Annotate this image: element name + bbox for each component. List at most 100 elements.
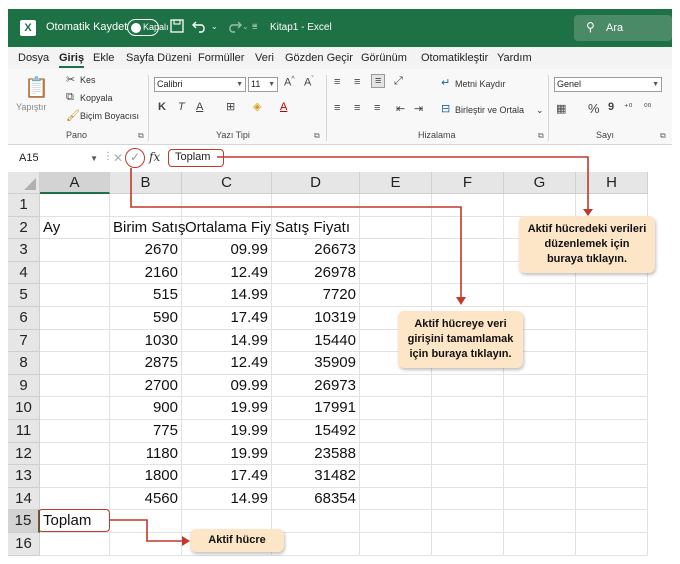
cell-a16[interactable]	[40, 533, 110, 556]
cell-d5[interactable]: 7720	[272, 284, 360, 307]
cell-d4[interactable]: 26978	[272, 261, 360, 285]
cell-h9[interactable]	[576, 374, 648, 398]
align-bottom-icon[interactable]: ≡	[371, 74, 386, 88]
cell-d1[interactable]	[272, 194, 360, 217]
cell-c5[interactable]: 14.99	[182, 284, 272, 307]
cell-a8[interactable]	[40, 352, 110, 375]
cancel-entry-icon[interactable]: ✕	[113, 151, 123, 165]
format-painter-icon[interactable]: 🖌	[66, 109, 80, 122]
cell-e2[interactable]	[360, 216, 432, 240]
insert-function-button[interactable]: fx	[149, 150, 160, 164]
cell-f13[interactable]	[432, 465, 504, 488]
tab-formuller[interactable]: Formüller	[198, 52, 244, 64]
autosave-toggle[interactable]: Kapalı	[127, 19, 169, 36]
cell-b15[interactable]	[110, 510, 182, 533]
chevron-down-icon[interactable]: ⌄	[536, 105, 544, 116]
cell-a7[interactable]	[40, 329, 110, 353]
cell-e5[interactable]	[360, 284, 432, 307]
cell-d9[interactable]: 26973	[272, 374, 360, 398]
paste-label[interactable]: Yapıştır	[16, 102, 46, 112]
cell-b9[interactable]: 2700	[110, 374, 182, 398]
cell-b8[interactable]: 2875	[110, 352, 182, 375]
redo-dropdown-icon[interactable]: ⌄	[242, 22, 249, 31]
cell-d11[interactable]: 15492	[272, 420, 360, 443]
tab-sayfa-duzeni[interactable]: Sayfa Düzeni	[126, 52, 191, 64]
cell-g13[interactable]	[504, 465, 576, 488]
row-header-11[interactable]: 11	[8, 420, 40, 443]
cell-b1[interactable]	[110, 194, 182, 217]
cell-h5[interactable]	[576, 284, 648, 307]
cell-b3[interactable]: 2670	[110, 239, 182, 262]
cell-h14[interactable]	[576, 487, 648, 511]
cell-f16[interactable]	[432, 533, 504, 556]
align-center-icon[interactable]: ≡	[354, 102, 360, 114]
cell-d6[interactable]: 10319	[272, 307, 360, 330]
cell-g5[interactable]	[504, 284, 576, 307]
cell-a2[interactable]: Ay	[40, 216, 110, 240]
align-middle-icon[interactable]: ≡	[354, 76, 360, 88]
undo-dropdown-icon[interactable]: ⌄	[211, 22, 218, 31]
row-header-9[interactable]: 9	[8, 374, 40, 398]
cell-a12[interactable]	[40, 442, 110, 466]
cell-b4[interactable]: 2160	[110, 261, 182, 285]
cell-h12[interactable]	[576, 442, 648, 466]
column-header-c[interactable]: C	[182, 172, 272, 194]
number-format-dropdown[interactable]: Genel ▼	[554, 77, 662, 92]
tab-gozden-gecir[interactable]: Gözden Geçir	[285, 52, 353, 64]
cell-a1[interactable]	[40, 194, 110, 217]
cell-c8[interactable]: 12.49	[182, 352, 272, 375]
decrease-decimal-icon[interactable]: ⁰⁰	[644, 102, 651, 113]
column-header-d[interactable]: D	[272, 172, 360, 194]
increase-decimal-icon[interactable]: ⁺⁰	[624, 102, 632, 113]
cell-g9[interactable]	[504, 374, 576, 398]
cell-f3[interactable]	[432, 239, 504, 262]
merge-center-icon[interactable]: ⊟	[441, 102, 450, 115]
cell-e14[interactable]	[360, 487, 432, 511]
redo-icon[interactable]	[224, 19, 242, 36]
cell-b11[interactable]: 775	[110, 420, 182, 443]
wrap-text-icon[interactable]: ↵	[441, 76, 450, 89]
cell-c7[interactable]: 14.99	[182, 329, 272, 353]
row-header-10[interactable]: 10	[8, 397, 40, 420]
borders-icon[interactable]: ⊞	[226, 100, 235, 113]
tab-otomatiklestir[interactable]: Otomatikleştir	[421, 52, 488, 64]
formula-input[interactable]: Toplam	[168, 149, 224, 167]
cell-d15[interactable]	[272, 510, 360, 533]
font-launcher-icon[interactable]: ⧉	[314, 131, 320, 141]
cell-h1[interactable]	[576, 194, 648, 217]
cell-c6[interactable]: 17.49	[182, 307, 272, 330]
cell-e9[interactable]	[360, 374, 432, 398]
cell-a10[interactable]	[40, 397, 110, 420]
tab-veri[interactable]: Veri	[255, 52, 274, 64]
percent-button[interactable]: %	[588, 101, 600, 116]
cell-e10[interactable]	[360, 397, 432, 420]
cell-b12[interactable]: 1180	[110, 442, 182, 466]
font-size-dropdown[interactable]: 11 ▼	[248, 77, 278, 92]
row-header-14[interactable]: 14	[8, 487, 40, 511]
column-header-g[interactable]: G	[504, 172, 576, 194]
cell-d10[interactable]: 17991	[272, 397, 360, 420]
search-box[interactable]: ⚲ Ara	[574, 15, 672, 41]
cell-b14[interactable]: 4560	[110, 487, 182, 511]
bold-button[interactable]: K	[158, 101, 166, 113]
cell-g11[interactable]	[504, 420, 576, 443]
copy-icon[interactable]: ⧉	[66, 91, 74, 104]
cell-b13[interactable]: 1800	[110, 465, 182, 488]
cell-c12[interactable]: 19.99	[182, 442, 272, 466]
cell-e16[interactable]	[360, 533, 432, 556]
orientation-icon[interactable]: ⤢	[394, 75, 403, 88]
cell-c13[interactable]: 17.49	[182, 465, 272, 488]
cell-a14[interactable]	[40, 487, 110, 511]
cell-d2[interactable]: Satış Fiyatı	[272, 216, 360, 240]
cell-h11[interactable]	[576, 420, 648, 443]
cell-a6[interactable]	[40, 307, 110, 330]
increase-indent-icon[interactable]: ⇥	[414, 102, 423, 115]
row-header-8[interactable]: 8	[8, 352, 40, 375]
row-header-2[interactable]: 2	[8, 216, 40, 240]
cell-f12[interactable]	[432, 442, 504, 466]
cell-b5[interactable]: 515	[110, 284, 182, 307]
column-header-f[interactable]: F	[432, 172, 504, 194]
cell-g12[interactable]	[504, 442, 576, 466]
save-icon[interactable]	[170, 19, 184, 36]
cell-e3[interactable]	[360, 239, 432, 262]
